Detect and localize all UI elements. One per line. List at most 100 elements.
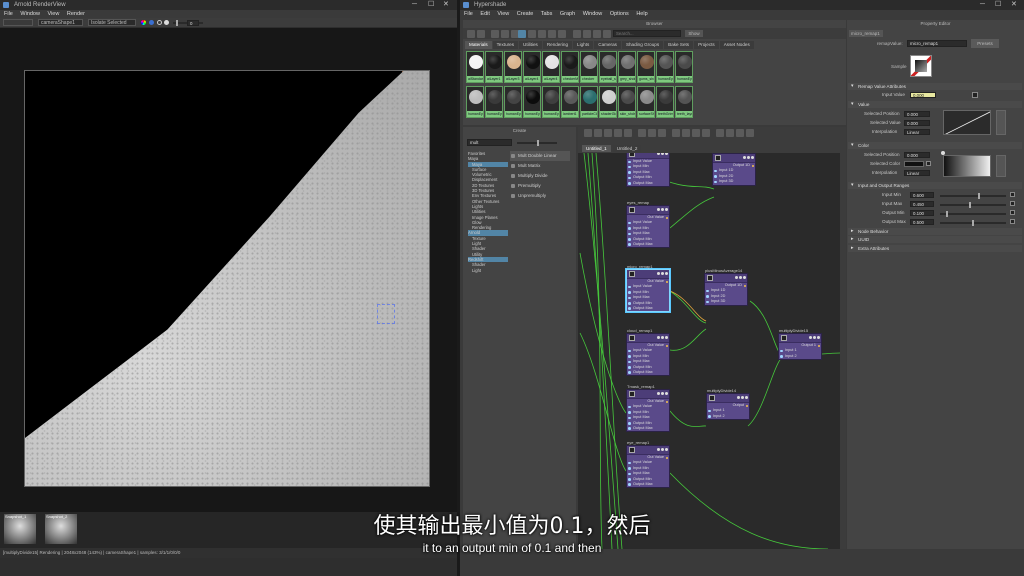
node-view-toggle-icon[interactable]: [809, 336, 812, 339]
node-view-toggle-icon[interactable]: [813, 336, 816, 339]
node-view-toggle-icon[interactable]: [661, 448, 664, 451]
menu-file[interactable]: File: [464, 11, 473, 17]
node-view-toggle-icon[interactable]: [751, 156, 754, 159]
simple-mode-icon[interactable]: [672, 129, 680, 137]
snap-icon[interactable]: [726, 129, 734, 137]
selected-color-swatch[interactable]: [904, 161, 924, 167]
small-swatch-icon[interactable]: [528, 29, 536, 38]
tab-projects[interactable]: Projects: [694, 41, 719, 49]
node-view-toggle-icon[interactable]: [743, 276, 746, 279]
tab-shading-groups[interactable]: Shading Groups: [621, 41, 664, 49]
material-swatch[interactable]: aiLayer4: [542, 51, 560, 83]
range-slider-handle[interactable]: [978, 193, 981, 199]
node-view-toggle-icon[interactable]: [665, 336, 668, 339]
material-swatch[interactable]: checkerMat: [561, 51, 579, 83]
shader-node[interactable]: eyes_remap Out Value Input Value Input Min I…: [626, 200, 670, 249]
material-swatch[interactable]: aiLayer4: [523, 51, 541, 83]
value-ramp-expand-button[interactable]: [996, 110, 1006, 135]
shader-node[interactable]: multiplyDivide14 Output Input 1 Input 2: [706, 388, 750, 421]
sort-name-icon[interactable]: [573, 29, 581, 38]
node-view-toggle-icon[interactable]: [665, 448, 668, 451]
material-swatch[interactable]: skin_shdr: [618, 86, 636, 118]
channel-dot-icon[interactable]: [149, 20, 154, 25]
material-swatch[interactable]: teethGrime...: [656, 86, 674, 118]
range-field[interactable]: 0.500: [910, 219, 934, 225]
output-connections-icon[interactable]: [501, 29, 509, 38]
node-view-toggle-icon[interactable]: [657, 272, 660, 275]
menu-view[interactable]: View: [497, 11, 509, 17]
node-input-port[interactable]: Output Max: [627, 242, 669, 247]
section-value[interactable]: Value: [848, 101, 1022, 108]
render-viewport[interactable]: [0, 28, 457, 512]
shader-node[interactable]: eye_remap1 Out Value Input Value Input Min I…: [626, 440, 670, 489]
material-swatch[interactable]: humanEye: [656, 51, 674, 83]
range-slider-handle[interactable]: [968, 202, 971, 208]
section-input-output-ranges[interactable]: Input and Output Ranges: [848, 182, 1022, 189]
tab-utilities[interactable]: Utilities: [519, 41, 542, 49]
selected-color-map-button[interactable]: [926, 161, 931, 166]
node-view-toggle-icon[interactable]: [661, 272, 664, 275]
create-result-item[interactable]: Unpremultiply: [510, 191, 570, 201]
node-view-toggle-icon[interactable]: [657, 336, 660, 339]
menu-window[interactable]: Window: [20, 11, 40, 17]
material-swatch[interactable]: checker: [580, 51, 598, 83]
ipr-dropdown[interactable]: [3, 19, 33, 26]
frame-all-icon[interactable]: [736, 129, 744, 137]
material-swatch[interactable]: eyeball_shdr: [599, 51, 617, 83]
sort-reverse-icon[interactable]: [603, 29, 611, 38]
menu-view[interactable]: View: [48, 11, 60, 17]
range-map-button[interactable]: [1010, 219, 1015, 224]
sort-type-icon[interactable]: [583, 29, 591, 38]
graph-tab-untitled-2[interactable]: Untitled_2: [612, 145, 642, 152]
full-mode-icon[interactable]: [692, 129, 700, 137]
node-view-toggle-icon[interactable]: [657, 153, 660, 155]
range-map-button[interactable]: [1010, 210, 1015, 215]
color-ramp-handle-icon[interactable]: [941, 151, 945, 155]
aov-icon[interactable]: [157, 20, 162, 25]
material-swatch[interactable]: lambert1: [561, 86, 579, 118]
presets-button[interactable]: Presets: [971, 39, 999, 48]
node-view-toggle-icon[interactable]: [661, 392, 664, 395]
node-view-toggle-icon[interactable]: [665, 272, 668, 275]
node-input-port[interactable]: Input 2: [779, 354, 821, 359]
material-swatch[interactable]: aiLayer1: [485, 51, 503, 83]
shader-node[interactable]: plusMinusAverage14 Output 1D Input 1D Input…: [704, 268, 748, 306]
pe-node-tab[interactable]: micro_remap1: [849, 30, 883, 37]
node-input-port[interactable]: Output Max: [627, 306, 669, 311]
exposure-icon[interactable]: [164, 20, 169, 25]
range-field[interactable]: 0.450: [910, 201, 934, 207]
node-view-toggle-icon[interactable]: [657, 392, 660, 395]
node-input-port[interactable]: Output Max: [627, 370, 669, 375]
material-swatch[interactable]: humanEye_...: [466, 86, 484, 118]
material-swatch[interactable]: aiLayer3: [504, 51, 522, 83]
node-input-port[interactable]: Output Max: [627, 482, 669, 487]
node-view-toggle-icon[interactable]: [747, 156, 750, 159]
create-result-item[interactable]: Mult Matrix: [510, 161, 570, 171]
clear-graph-icon[interactable]: [584, 129, 592, 137]
node-view-toggle-icon[interactable]: [745, 396, 748, 399]
tab-cameras[interactable]: Cameras: [594, 41, 621, 49]
shader-node[interactable]: cloud_remap1 Out Value Input Value Input Mi…: [626, 328, 670, 377]
color-wheel-icon[interactable]: [141, 20, 146, 25]
custom-mode-icon[interactable]: [702, 129, 710, 137]
range-map-button[interactable]: [1010, 201, 1015, 206]
node-input-port[interactable]: Output Max: [627, 426, 669, 431]
menu-edit[interactable]: Edit: [480, 11, 489, 17]
node-view-toggle-icon[interactable]: [743, 156, 746, 159]
add-selected-icon[interactable]: [614, 129, 622, 137]
node-view-toggle-icon[interactable]: [817, 336, 820, 339]
exposure-field[interactable]: 0: [187, 19, 199, 26]
large-swatch-icon[interactable]: [548, 29, 556, 38]
node-input-port[interactable]: Output Max: [627, 181, 669, 186]
menu-window[interactable]: Window: [583, 11, 603, 17]
material-swatch[interactable]: humanEye: [675, 51, 693, 83]
menu-graph[interactable]: Graph: [560, 11, 575, 17]
create-category-item[interactable]: Light: [468, 268, 508, 273]
minimize-button[interactable]: ─: [412, 0, 417, 10]
close-button[interactable]: ✕: [1011, 0, 1017, 10]
range-slider[interactable]: [940, 220, 1006, 226]
node-view-toggle-icon[interactable]: [661, 153, 664, 155]
show-inputs-icon[interactable]: [638, 129, 646, 137]
node-input-port[interactable]: Input 3D: [705, 299, 747, 304]
material-swatch[interactable]: gums_shdr: [637, 51, 655, 83]
